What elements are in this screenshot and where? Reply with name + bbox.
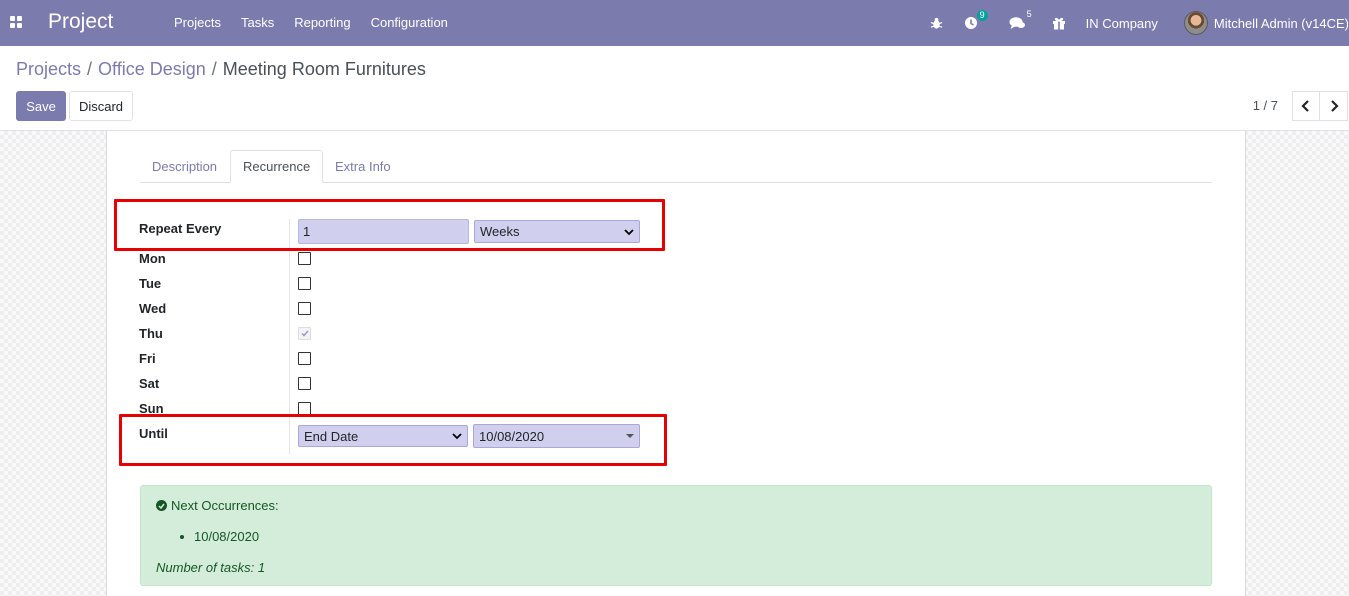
breadcrumb-current: Meeting Room Furnitures xyxy=(222,59,426,79)
occurrence-date: 10/08/2020 xyxy=(194,529,260,544)
user-avatar xyxy=(1183,11,1208,35)
day-checkbox-thu[interactable] xyxy=(298,327,311,340)
day-label-thu: Thu xyxy=(139,326,163,341)
apps-menu-icon[interactable] xyxy=(10,16,22,28)
breadcrumb-separator: / xyxy=(211,59,217,79)
next-occurrences-header: Next Occurrences: xyxy=(156,498,279,513)
activity-count-badge: 9 xyxy=(976,10,988,21)
day-checkbox-mon[interactable] xyxy=(298,252,311,265)
checkmark-icon xyxy=(300,330,309,337)
main-menu: Projects Tasks Reporting Configuration xyxy=(164,15,458,30)
day-label-mon: Mon xyxy=(139,251,166,266)
app-title[interactable]: Project xyxy=(48,10,113,34)
breadcrumb-separator: / xyxy=(87,59,93,79)
next-occurrences-alert: Next Occurrences: 10/08/2020 Number of t… xyxy=(140,485,1212,586)
day-checkbox-wed[interactable] xyxy=(298,302,311,315)
tab-description[interactable]: Description xyxy=(140,150,229,183)
notebook-tabs: Description Recurrence Extra Info xyxy=(140,150,1212,183)
day-checkbox-fri[interactable] xyxy=(298,352,311,365)
systray: 9 5 IN Company Mitchell Admin (v14CE) xyxy=(930,0,1349,46)
discard-button[interactable]: Discard xyxy=(69,91,133,121)
day-label-wed: Wed xyxy=(139,301,167,316)
day-checkbox-tue[interactable] xyxy=(298,277,311,290)
menu-item-projects[interactable]: Projects xyxy=(164,15,231,30)
tab-recurrence[interactable]: Recurrence xyxy=(230,150,324,183)
debug-bug-icon[interactable] xyxy=(930,17,943,30)
day-label-sat: Sat xyxy=(139,376,160,391)
menu-item-reporting[interactable]: Reporting xyxy=(284,15,360,30)
breadcrumb-projects[interactable]: Projects xyxy=(16,59,81,80)
pager-value[interactable]: 1 / 7 xyxy=(1253,98,1278,113)
chevron-left-icon xyxy=(1301,100,1309,112)
day-label-fri: Fri xyxy=(139,351,156,366)
chevron-right-icon xyxy=(1330,100,1339,112)
menu-item-tasks[interactable]: Tasks xyxy=(231,15,284,30)
company-switcher[interactable]: IN Company xyxy=(1086,16,1158,31)
highlight-box-repeat xyxy=(114,199,665,251)
menu-item-configuration[interactable]: Configuration xyxy=(361,15,458,30)
user-menu[interactable]: Mitchell Admin (v14CE) xyxy=(1183,11,1349,35)
control-panel: Projects / Office Design / Meeting Room … xyxy=(0,46,1349,131)
save-button[interactable]: Save xyxy=(16,91,66,121)
pager-next-button[interactable] xyxy=(1320,91,1348,121)
messages-count-badge: 5 xyxy=(1026,9,1032,19)
occurrence-list-item: 10/08/2020 xyxy=(180,529,259,544)
pager-buttons xyxy=(1292,91,1348,121)
next-occurrences-title: Next Occurrences: xyxy=(171,498,279,513)
day-checkbox-sat[interactable] xyxy=(298,377,311,390)
bullet-icon xyxy=(180,534,184,539)
highlight-box-until xyxy=(119,414,667,466)
day-label-tue: Tue xyxy=(139,276,162,291)
tab-extra-info[interactable]: Extra Info xyxy=(323,150,403,183)
number-of-tasks: Number of tasks: 1 xyxy=(156,560,266,575)
breadcrumb-office-design[interactable]: Office Design xyxy=(98,59,206,80)
check-circle-icon xyxy=(156,500,167,511)
gift-icon[interactable] xyxy=(1052,16,1066,30)
top-navbar: Project Projects Tasks Reporting Configu… xyxy=(0,0,1349,46)
activity-clock-icon[interactable]: 9 xyxy=(964,10,988,30)
breadcrumb: Projects / Office Design / Meeting Room … xyxy=(16,59,426,80)
pager-previous-button[interactable] xyxy=(1292,91,1320,121)
messages-icon[interactable]: 5 xyxy=(1009,9,1032,30)
user-name: Mitchell Admin (v14CE) xyxy=(1213,15,1349,31)
